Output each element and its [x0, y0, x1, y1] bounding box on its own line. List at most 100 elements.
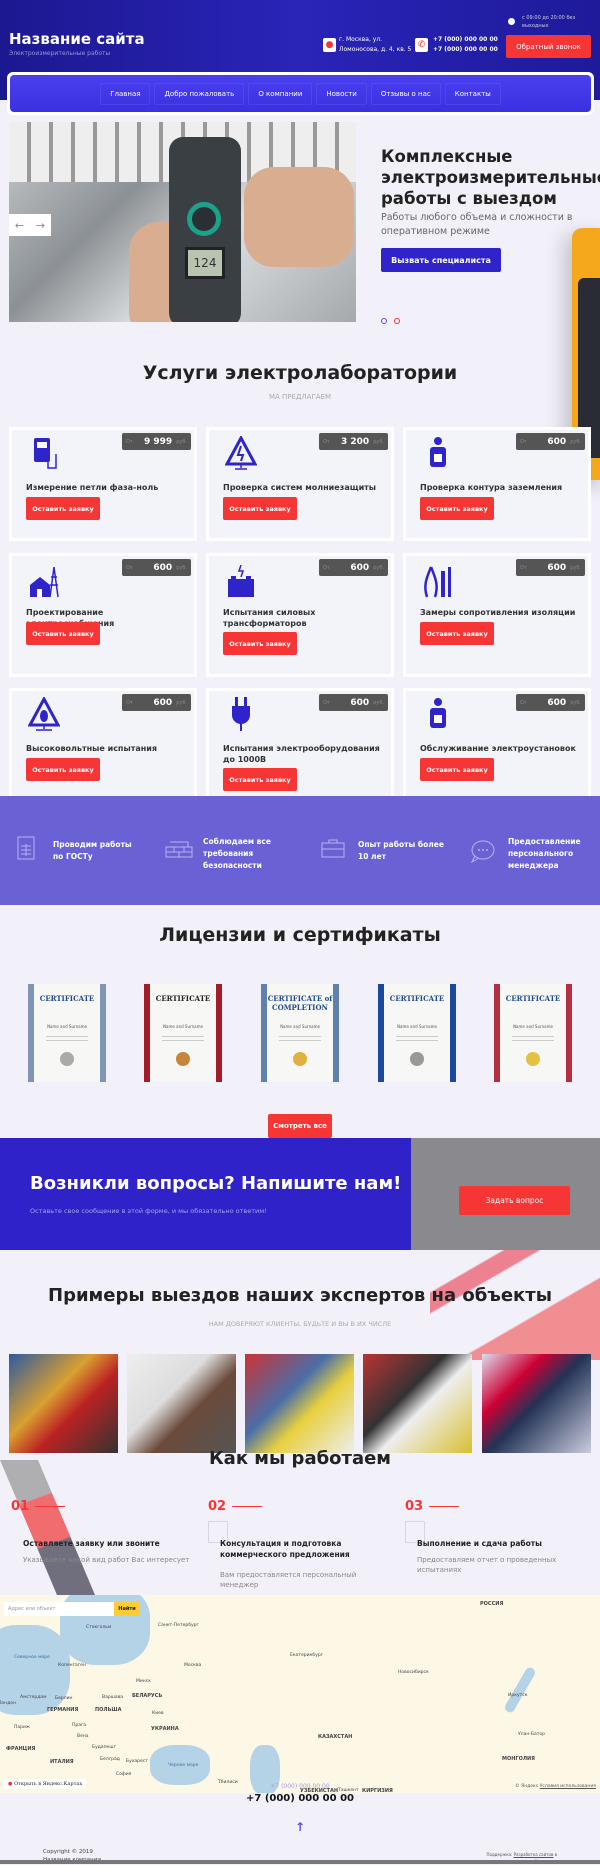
address: г. Москва, ул. Ломоносова, д. 4, кв. 5 [339, 35, 411, 55]
price-value: 600 [547, 697, 567, 708]
cert-seal [410, 1052, 424, 1066]
phone-link[interactable]: +7 (000) 000 00 00 [433, 45, 498, 55]
cert-line [162, 1040, 204, 1041]
leave-request-button[interactable]: Оставить заявку [420, 497, 494, 520]
certificate-thumbnail[interactable]: CERTIFICATE Name and Surname [378, 984, 456, 1082]
map-label: ФРАНЦИЯ [6, 1746, 36, 1752]
site-tagline: Электроизмерительные работы [9, 50, 111, 57]
feature-item: Проводим работы по ГОСТу [15, 836, 143, 866]
leave-request-button[interactable]: Оставить заявку [223, 632, 297, 655]
price-badge: От 600 руб. [122, 559, 191, 576]
cert-line [279, 1036, 321, 1037]
map-search-input[interactable]: Адрес или объект [4, 1602, 114, 1616]
service-title: Проверка контура заземления [420, 483, 563, 492]
site-name[interactable]: Название сайта [9, 30, 145, 48]
call-specialist-button[interactable]: Вызвать специалиста [381, 248, 501, 272]
feature-text: Проводим работы по ГОСТу [53, 840, 132, 861]
location-icon: ● [323, 38, 336, 52]
map-label: Санкт-Петербург [158, 1623, 199, 1628]
callback-button[interactable]: Обратный звонок [506, 35, 591, 58]
map-label: УКРАИНА [151, 1726, 179, 1732]
service-card: От 9 999 руб. Измерение петли фаза-ноль Оста… [9, 427, 197, 541]
leave-request-button[interactable]: Оставить заявку [223, 768, 297, 791]
map[interactable]: РОССИЯ Санкт-Петербург Стокгольм Северное м… [0, 1595, 600, 1793]
hours-line: с 09:00 до 20:00 без [522, 15, 576, 21]
map-label: Варшава [102, 1695, 123, 1700]
scroll-top-arrow-icon[interactable]: ↑ [294, 1820, 306, 1834]
price-badge: От 600 руб. [516, 694, 585, 711]
footer-phone-small[interactable]: +7 (000) 000 00 00 [0, 1783, 600, 1790]
cta-subtitle: Оставьте свое сообщение в этой форме, и … [30, 1207, 267, 1215]
map-label: Париж [14, 1725, 30, 1730]
price-currency: руб. [176, 564, 187, 571]
phone-link[interactable]: +7 (000) 000 00 00 [433, 35, 498, 45]
leave-request-button[interactable]: Оставить заявку [420, 622, 494, 645]
feature-text: Предоставление персонального менеджера [508, 837, 581, 870]
nav-item[interactable]: Добро пожаловать [154, 82, 245, 105]
slider-dot[interactable] [394, 318, 400, 324]
cert-seal [293, 1052, 307, 1066]
map-label: Екатеринбург [290, 1653, 324, 1658]
leave-request-button[interactable]: Оставить заявку [26, 758, 100, 781]
support-link[interactable]: Разработка сайтов [514, 1852, 554, 1857]
nav-item[interactable]: Новости [316, 82, 367, 105]
view-all-button[interactable]: Смотреть все [268, 1114, 332, 1138]
arrow-left-icon[interactable]: ← [15, 219, 24, 232]
price-value: 600 [547, 562, 567, 573]
certificate-thumbnail[interactable]: CERTIFICATE Name and Surname [28, 984, 106, 1082]
map-label: БЕЛАРУСЬ [132, 1693, 163, 1699]
pliers-decoration [0, 1460, 95, 1595]
step-title: Выполнение и сдача работы [417, 1539, 542, 1548]
price-from: От [323, 438, 330, 445]
price-currency: руб. [373, 438, 384, 445]
main-nav: Главная Добро пожаловать О компании Новости… [7, 72, 594, 115]
certificate-thumbnail[interactable]: CERTIFICATE of COMPLETION Name and Surnam… [261, 984, 339, 1082]
example-photo[interactable] [9, 1354, 118, 1453]
example-photo[interactable] [363, 1354, 472, 1453]
slider-arrows: ← → [9, 214, 51, 236]
map-label: КАЗАХСТАН [318, 1734, 353, 1740]
example-photo[interactable] [482, 1354, 591, 1453]
bottom-bar [0, 1860, 600, 1864]
step-line [232, 1505, 263, 1508]
arrow-right-icon[interactable]: → [36, 219, 45, 232]
nav-item[interactable]: Главная [100, 82, 151, 105]
work-hours: с 09:00 до 20:00 без выходных [522, 14, 575, 30]
price-value: 9 999 [144, 436, 173, 447]
electrician-icon [422, 697, 454, 731]
cert-seal [60, 1052, 74, 1066]
leave-request-button[interactable]: Оставить заявку [26, 622, 100, 645]
example-photo[interactable] [245, 1354, 354, 1453]
price-badge: От 600 руб. [516, 433, 585, 450]
hero-subtitle: Работы любого объема и сложности в опера… [381, 212, 573, 237]
step-num-text: 01 [11, 1499, 30, 1514]
address-line: Ломоносова, д. 4, кв. 5 [339, 46, 412, 53]
map-label: ПОЛЬША [95, 1707, 122, 1713]
meter-dial [187, 202, 221, 236]
certificate-thumbnail[interactable]: CERTIFICATE Name and Surname [494, 984, 572, 1082]
ask-question-button[interactable]: Задать вопрос [459, 1186, 570, 1215]
feature-text: Опыт работы более 10 лет [358, 840, 444, 861]
nav-item[interactable]: Отзывы о нас [370, 82, 441, 105]
leave-request-button[interactable]: Оставить заявку [223, 497, 297, 520]
leave-request-button[interactable]: Оставить заявку [420, 758, 494, 781]
map-label: Будапешт [92, 1745, 117, 1750]
copyright-text: Copyright © 2019 [43, 1849, 93, 1855]
map-label: Москва [184, 1663, 202, 1668]
map-label: Бухарест [126, 1759, 148, 1764]
map-search-button[interactable]: Найти [114, 1602, 140, 1616]
map-label: Копенгаген [58, 1663, 86, 1668]
nav-item[interactable]: Контакты [444, 82, 501, 105]
leave-request-button[interactable]: Оставить заявку [26, 497, 100, 520]
price-value: 600 [350, 697, 370, 708]
example-photo[interactable] [127, 1354, 236, 1453]
slider-dot-active[interactable] [381, 318, 387, 324]
footer-phone[interactable]: +7 (000) 000 00 00 [0, 1793, 600, 1804]
service-title: Проверка систем молниезащиты [223, 483, 377, 492]
map-label: Прага [72, 1723, 87, 1728]
step-desc: Вам предоставляется персональный менедже… [220, 1571, 357, 1589]
hours-line: выходных [522, 23, 549, 29]
certificate-thumbnail[interactable]: CERTIFICATE Name and Surname [144, 984, 222, 1082]
cert-heading: CERTIFICATE [505, 994, 561, 1003]
nav-item[interactable]: О компании [248, 82, 313, 105]
